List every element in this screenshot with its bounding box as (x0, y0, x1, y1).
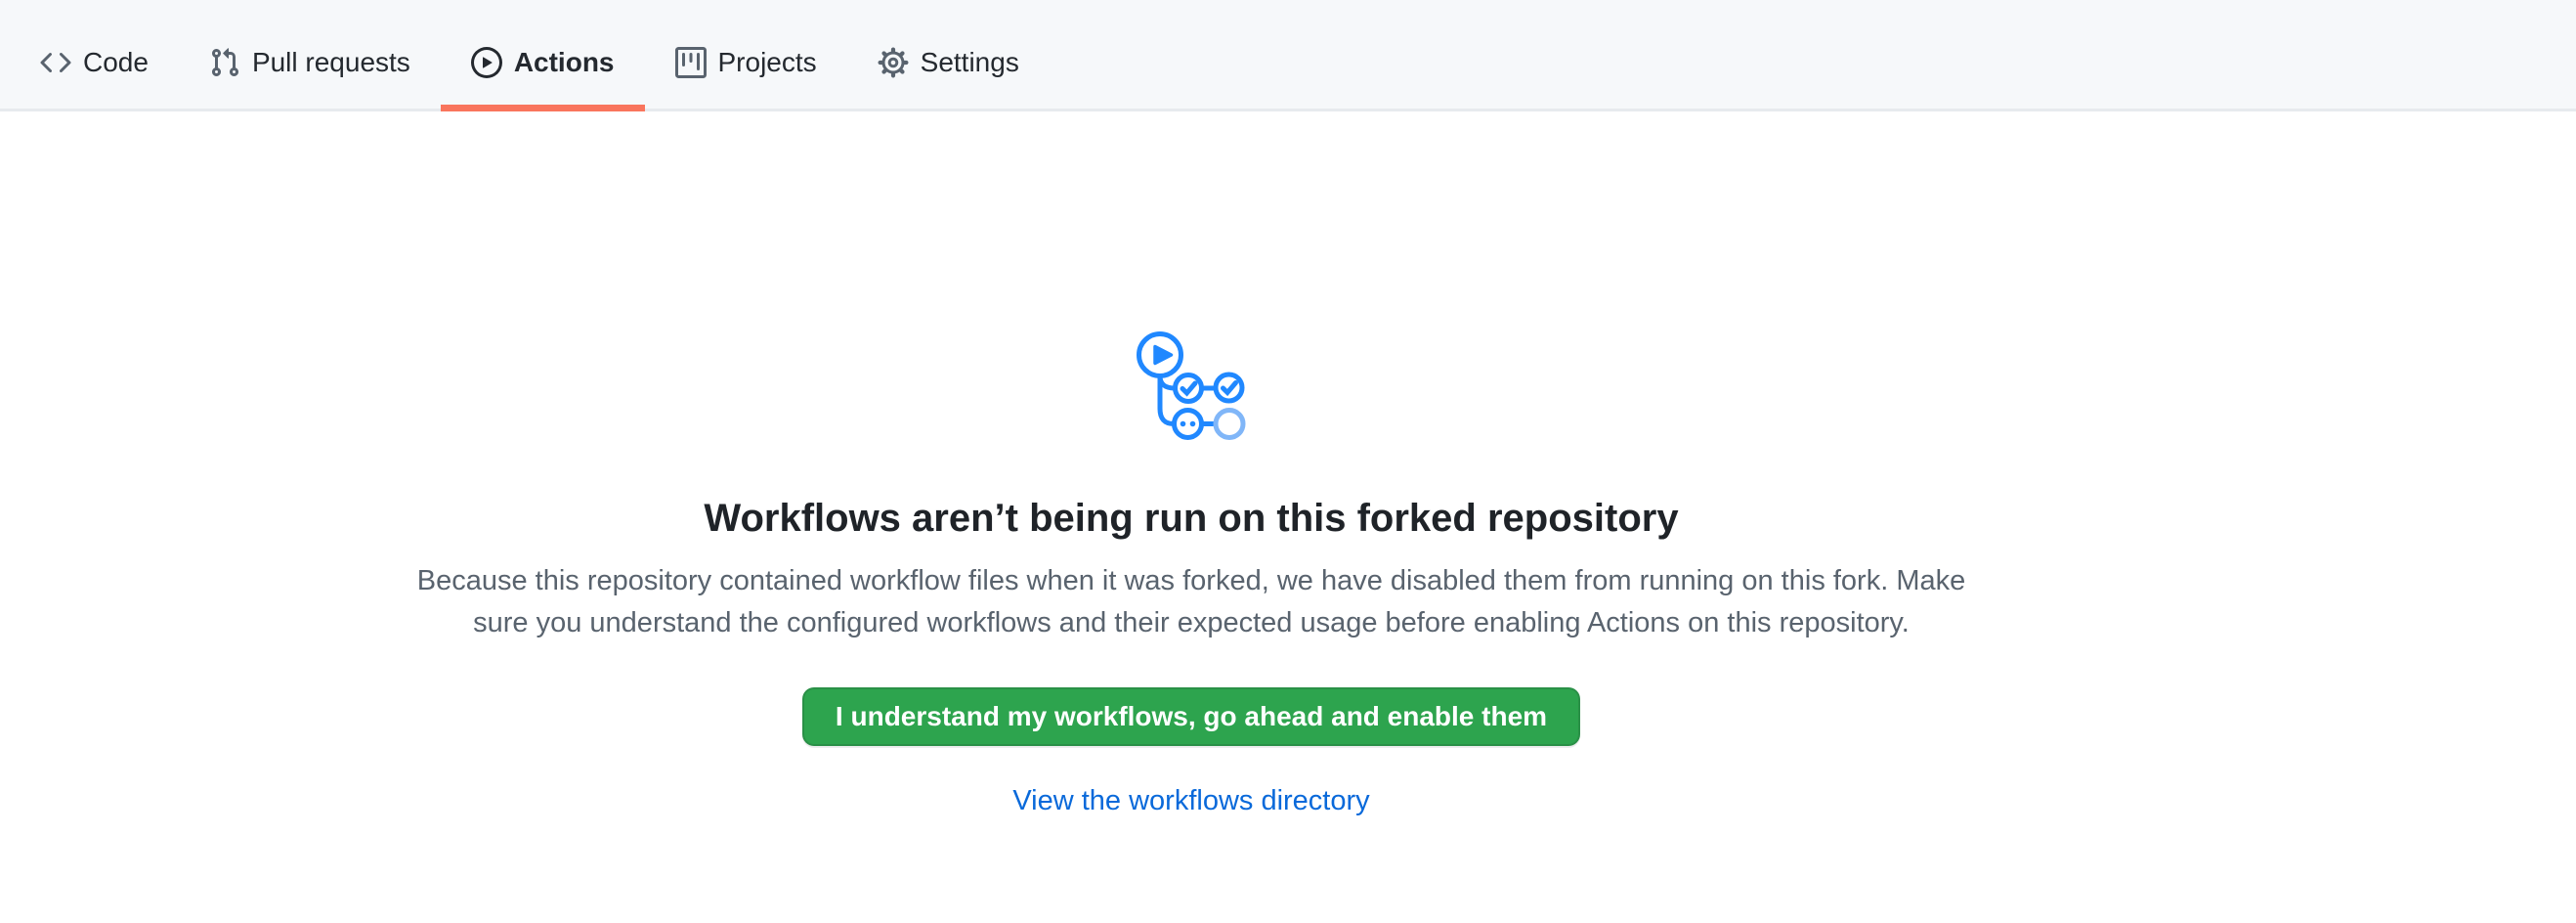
gear-icon (878, 47, 909, 78)
page-description-line-2: sure you understand the configured workf… (331, 602, 2051, 644)
project-icon (675, 47, 707, 78)
tab-actions[interactable]: Actions (441, 16, 645, 109)
enable-button-row: I understand my workflows, go ahead and … (0, 644, 2383, 746)
code-icon (40, 47, 71, 78)
workflow-graph-icon (1133, 327, 1250, 444)
repo-tab-nav: Code Pull requests Actions Projects (0, 0, 2576, 111)
tab-settings-label: Settings (921, 49, 1019, 76)
actions-disabled-page: Workflows aren’t being run on this forke… (0, 111, 2383, 817)
tab-projects-label: Projects (718, 49, 817, 76)
workflows-link-row: View the workflows directory (0, 785, 2383, 817)
tab-settings[interactable]: Settings (847, 16, 1050, 109)
tab-pull-requests[interactable]: Pull requests (179, 16, 441, 109)
tab-code[interactable]: Code (10, 16, 179, 109)
tab-code-label: Code (83, 49, 149, 76)
tab-projects[interactable]: Projects (645, 16, 847, 109)
page-title: Workflows aren’t being run on this forke… (0, 494, 2383, 543)
page-description-line-1: Because this repository contained workfl… (331, 560, 2051, 602)
play-icon (471, 47, 502, 78)
tab-pull-requests-label: Pull requests (252, 49, 410, 76)
git-pull-request-icon (209, 47, 240, 78)
page-description: Because this repository contained workfl… (331, 560, 2051, 644)
tab-actions-label: Actions (514, 49, 615, 76)
view-workflows-directory-link[interactable]: View the workflows directory (1012, 785, 1369, 816)
enable-workflows-button[interactable]: I understand my workflows, go ahead and … (802, 687, 1580, 746)
